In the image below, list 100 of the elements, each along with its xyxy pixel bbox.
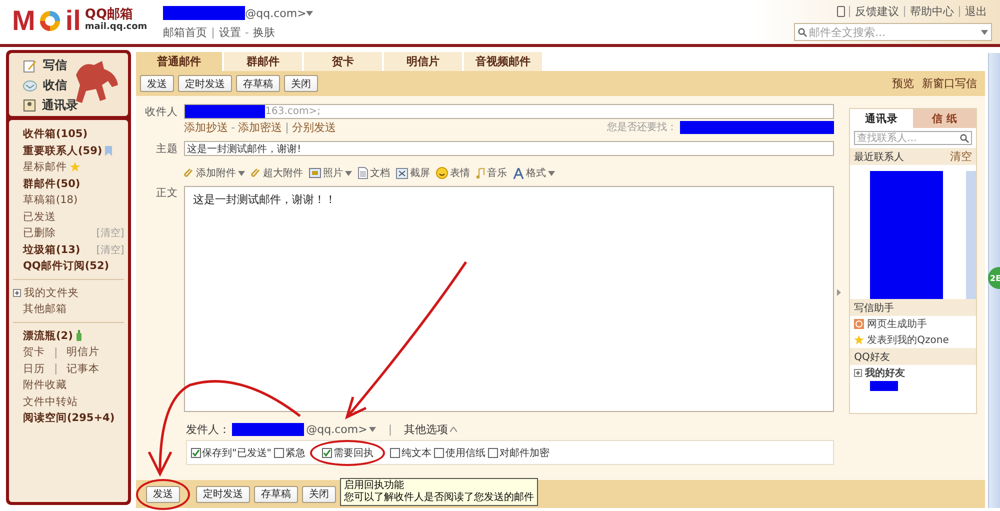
tab[interactable]: 群邮件 xyxy=(224,52,302,71)
toolbar-button[interactable]: 发送 xyxy=(140,75,174,92)
folder-link[interactable]: 附件收藏 xyxy=(23,378,67,392)
font-letter-icon xyxy=(513,168,524,178)
folder-link[interactable]: 我的文件夹 xyxy=(24,286,79,300)
attach-tool[interactable]: 添加附件 xyxy=(184,166,246,180)
smiley-icon xyxy=(436,167,448,179)
option-label: 对邮件加密 xyxy=(499,446,550,460)
link-separator: - xyxy=(231,120,236,134)
tab[interactable]: 普通邮件 xyxy=(136,52,222,71)
checkbox[interactable] xyxy=(322,448,332,458)
dropdown-caret-icon[interactable] xyxy=(981,30,988,34)
toolbar-button[interactable]: 关闭 xyxy=(302,486,336,502)
toolbar-button[interactable]: 发送 xyxy=(146,486,180,502)
scrollbar[interactable] xyxy=(966,171,976,299)
attach-tool[interactable]: 超大附件 xyxy=(251,166,304,180)
folder-link[interactable]: 日历 xyxy=(23,362,45,376)
phone-icon[interactable] xyxy=(837,6,845,17)
clear-link[interactable]: 清空 xyxy=(950,149,972,164)
link[interactable]: 添加抄送 xyxy=(184,120,228,134)
folder-link[interactable]: 贺卡 xyxy=(23,345,45,360)
link-separator: | xyxy=(388,422,392,436)
folder-link[interactable]: 重要联系人(59) xyxy=(23,144,102,158)
link[interactable]: 其他选项 xyxy=(404,422,448,436)
dropdown-caret-icon[interactable] xyxy=(548,170,556,176)
top-link[interactable]: 帮助中心 xyxy=(904,6,959,17)
paperclip-icon xyxy=(184,168,194,178)
checkbox[interactable] xyxy=(274,448,284,458)
checkbox[interactable] xyxy=(390,448,400,458)
attach-tool[interactable]: 照片 xyxy=(309,166,352,180)
quick-link[interactable]: 通讯录 xyxy=(23,97,128,114)
link-separator: | xyxy=(211,26,215,39)
folder-link[interactable]: 记事本 xyxy=(66,362,100,376)
tab[interactable]: 音视频邮件 xyxy=(464,52,542,71)
suggestion-hint: 您是否还要找： xyxy=(607,120,678,134)
attach-tool[interactable]: 格式 xyxy=(513,166,556,180)
folder-link[interactable]: 已发送 xyxy=(23,210,56,224)
link-separator: | xyxy=(285,120,289,134)
friend-group[interactable]: 我的好友 xyxy=(850,365,976,381)
toolbar-button[interactable]: 定时发送 xyxy=(196,486,250,502)
envelope-icon xyxy=(23,80,37,92)
section-title: QQ好友 xyxy=(854,350,890,364)
toolbar-button[interactable]: 关闭 xyxy=(284,75,318,92)
star-icon xyxy=(854,335,864,345)
toolbar-button[interactable]: 存草稿 xyxy=(236,75,280,92)
attach-tool[interactable]: 截屏 xyxy=(396,166,430,180)
link[interactable]: 添加密送 xyxy=(238,120,282,134)
folder-link[interactable]: 漂流瓶(2) xyxy=(23,328,73,343)
folder-link[interactable]: 群邮件(50) xyxy=(23,176,80,191)
checkbox[interactable] xyxy=(191,448,202,458)
body-editor[interactable]: 这是一封测试邮件，谢谢！！ xyxy=(184,186,834,412)
attach-tool[interactable]: 表情 xyxy=(436,166,470,180)
link-separator: - xyxy=(244,26,249,39)
link[interactable]: 预览 xyxy=(892,76,914,91)
dropdown-caret-icon[interactable] xyxy=(345,170,352,176)
folder-link[interactable]: 草稿箱(18) xyxy=(23,193,78,208)
chevron-up-icon[interactable] xyxy=(450,426,458,432)
subject-field[interactable]: 这是一封测试邮件，谢谢! xyxy=(184,141,834,156)
folder-link[interactable]: 收件箱(105) xyxy=(23,127,88,142)
dropdown-caret-icon[interactable] xyxy=(306,10,314,16)
link[interactable]: 换肤 xyxy=(252,25,275,40)
folder-link[interactable]: 其他邮箱 xyxy=(23,302,67,316)
folder-link[interactable]: 文件中转站 xyxy=(23,394,78,409)
quick-link[interactable]: 收信 xyxy=(23,77,128,94)
folder-link[interactable]: 阅读空间(295+4) xyxy=(23,411,115,426)
folder-link[interactable]: 垃圾箱(13) xyxy=(23,242,80,257)
dropdown-caret-icon[interactable] xyxy=(369,426,376,432)
tab[interactable]: 贺卡 xyxy=(304,52,382,71)
link[interactable]: 邮箱首页 xyxy=(163,25,208,40)
expand-icon[interactable] xyxy=(13,288,21,297)
link[interactable]: 分别发送 xyxy=(292,120,336,134)
quick-link[interactable]: 写信 xyxy=(23,57,128,74)
helper-link[interactable]: 网页生成助手 xyxy=(850,316,976,332)
link[interactable]: 设置 xyxy=(218,25,241,40)
option-label: 需要回执 xyxy=(333,446,374,460)
expand-arrow-icon[interactable] xyxy=(837,288,842,296)
logo-text: il xyxy=(65,6,81,36)
tab[interactable]: 信 纸 xyxy=(913,109,976,128)
dropdown-caret-icon[interactable] xyxy=(238,170,246,176)
top-link[interactable]: 退出 xyxy=(959,6,992,17)
logo-icon xyxy=(39,10,62,32)
screenshot-icon xyxy=(396,168,408,178)
link[interactable]: 新窗口写信 xyxy=(922,76,978,91)
toolbar-button[interactable]: 存草稿 xyxy=(254,486,298,502)
folder-link[interactable]: 已删除 xyxy=(23,226,56,240)
top-link[interactable]: 反馈建议 xyxy=(849,6,904,17)
attach-tool[interactable]: 音乐 xyxy=(476,166,508,180)
expand-icon[interactable] xyxy=(854,369,862,377)
folder-link[interactable]: QQ邮件订阅(52) xyxy=(23,259,110,274)
bottle-icon xyxy=(76,330,82,342)
folder-link[interactable]: 星标邮件 xyxy=(23,160,67,174)
helper-link[interactable]: 发表到我的Qzone xyxy=(850,332,976,348)
tab[interactable]: 明信片 xyxy=(384,52,462,71)
attach-tool[interactable]: 文档 xyxy=(358,166,390,180)
checkbox[interactable] xyxy=(488,448,498,458)
checkbox[interactable] xyxy=(434,448,444,458)
folder-link[interactable]: 明信片 xyxy=(66,345,100,360)
web-page-icon xyxy=(854,319,864,329)
toolbar-button[interactable]: 定时发送 xyxy=(178,75,232,92)
music-note-icon xyxy=(476,168,486,178)
